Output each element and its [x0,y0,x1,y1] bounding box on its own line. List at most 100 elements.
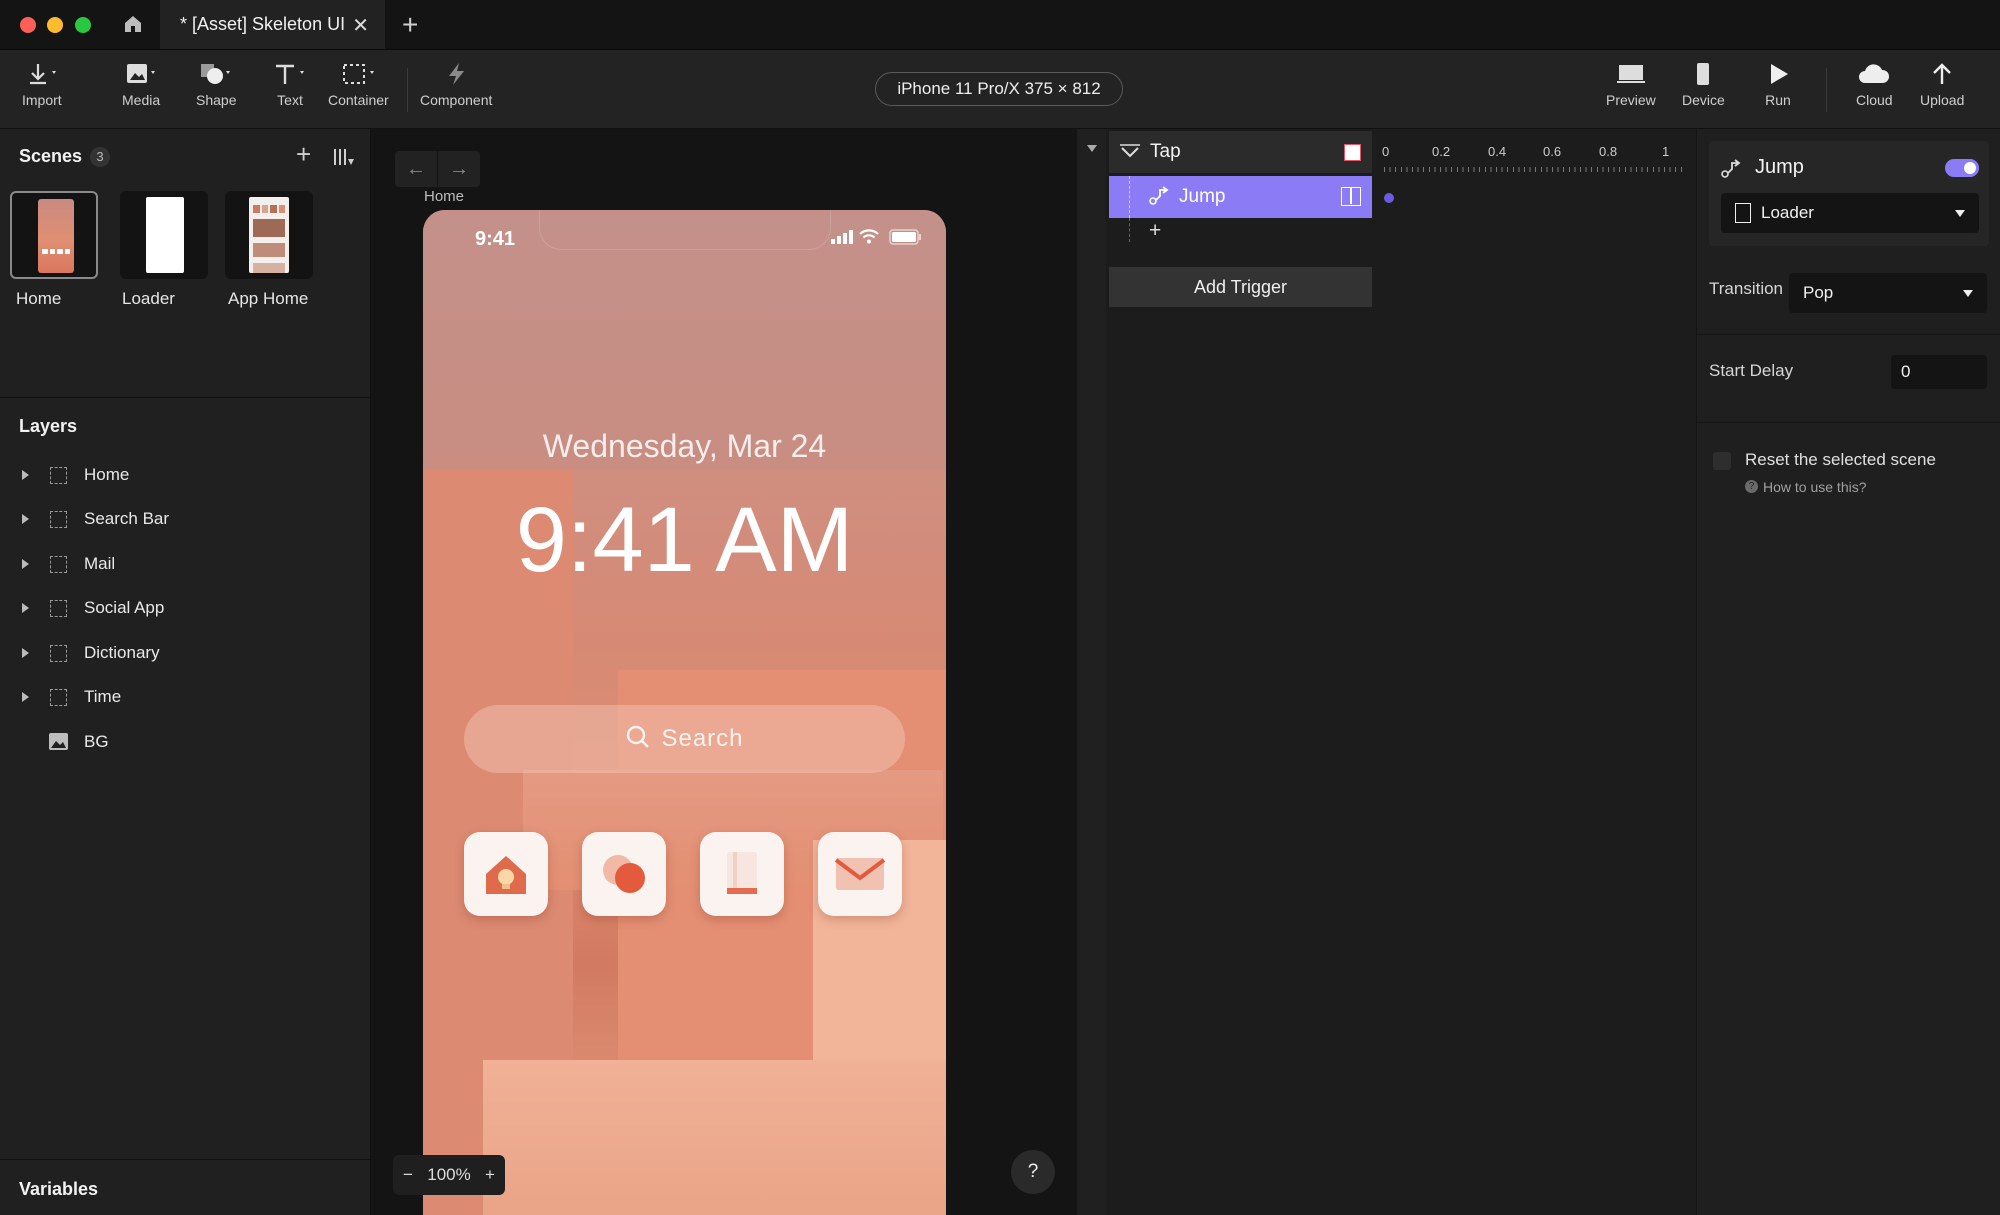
target-scene-dropdown[interactable]: Loader [1721,193,1979,233]
layer-row[interactable]: Mail [0,544,370,584]
text-button[interactable]: Text [272,62,308,108]
response-enabled-toggle[interactable] [1945,159,1979,177]
scene-thumb-loader[interactable] [120,191,208,279]
layer-row[interactable]: Search Bar [0,499,370,539]
scene-thumb-home-image [38,199,74,273]
add-scene-icon[interactable]: + [296,139,311,170]
jump-icon [1149,186,1171,211]
timeline-keyframe[interactable] [1384,193,1394,203]
layer-row[interactable]: BG [0,722,370,762]
book-icon [727,852,757,894]
response-row-jump[interactable]: Jump [1109,176,1372,218]
start-delay-input[interactable] [1891,355,1987,389]
scene-thumb-home[interactable] [10,191,98,279]
close-window-button[interactable] [20,17,36,33]
upload-icon [1933,63,1952,84]
minimize-window-button[interactable] [47,17,63,33]
zoom-in-button[interactable]: + [485,1165,495,1185]
response-label: Jump [1179,186,1226,207]
run-button[interactable]: Run [1764,62,1792,108]
lightning-icon [449,63,465,85]
status-time: 9:41 [475,228,516,250]
zoom-window-button[interactable] [75,17,91,33]
new-tab-icon[interactable]: + [402,9,418,41]
layer-label: Mail [84,554,116,573]
layer-label: Home [84,465,130,484]
media-icon [127,64,156,83]
zoom-level[interactable]: 100% [427,1165,470,1185]
trigger-color-swatch[interactable] [1344,144,1361,161]
timeline-ruler [1384,167,1684,172]
expand-icon[interactable] [22,470,29,480]
expand-icon[interactable] [22,603,29,613]
layer-row[interactable]: Social App [0,588,370,628]
cloud-button[interactable]: Cloud [1856,62,1893,108]
app-icon-dictionary[interactable] [700,832,784,916]
section-divider [1697,334,2000,335]
chevron-down-icon [1963,290,1973,297]
reset-scene-checkbox[interactable] [1713,452,1731,470]
import-button[interactable]: Import [22,62,62,108]
expand-icon[interactable] [22,692,29,702]
timeline-tick: 0.8 [1599,144,1618,159]
search-bar[interactable]: Search [464,705,905,773]
container-layer-icon [50,466,67,484]
layer-row[interactable]: Time [0,677,370,717]
collapse-triggers-icon[interactable] [1087,145,1097,152]
component-button[interactable]: Component [420,62,492,108]
expand-icon[interactable] [22,648,29,658]
preview-button[interactable]: Preview [1606,62,1656,108]
scene-label: App Home [228,289,309,308]
toolbar-divider [1826,68,1827,112]
help-button[interactable]: ? [1011,1150,1055,1194]
container-layer-icon [50,510,67,528]
timeline-tick: 0.6 [1543,144,1562,159]
layer-row[interactable]: Home [0,455,370,495]
app-icon-home[interactable] [464,832,548,916]
back-button[interactable]: ← [395,151,437,187]
response-panel-icon[interactable] [1341,187,1361,206]
app-icon-social[interactable] [582,832,666,916]
expand-icon[interactable] [22,514,29,524]
add-trigger-button[interactable]: Add Trigger [1109,267,1372,307]
import-icon [29,64,56,85]
lock-time: 9:41 AM [515,489,854,591]
container-button[interactable]: Container [328,62,389,108]
battery-icon [889,229,923,250]
variables-title[interactable]: Variables [19,1179,98,1200]
document-tab-title: * [Asset] Skeleton UI [180,14,346,34]
media-button[interactable]: Media [122,62,160,108]
scene-sort-icon[interactable] [333,147,355,172]
chat-bubbles-icon [603,855,645,893]
signal-icon [831,230,855,249]
zoom-out-button[interactable]: − [403,1165,413,1185]
layer-row[interactable]: Dictionary [0,633,370,673]
zoom-control: − 100% + [393,1155,505,1195]
trigger-gutter [1078,129,1106,1215]
upload-button[interactable]: Upload [1920,62,1964,108]
app-icon-mail[interactable] [818,832,902,916]
layer-label: BG [84,732,109,751]
transition-dropdown[interactable]: Pop [1789,273,1987,313]
container-icon [343,64,375,84]
jump-icon [1721,159,1743,184]
add-response-icon[interactable]: + [1149,219,1161,243]
scene-label: Home [16,289,62,308]
timeline-tick: 0.2 [1432,144,1451,159]
close-tab-icon[interactable]: ✕ [352,13,369,38]
toolbar: Import Media Shape Text Container Compon… [0,50,2000,129]
wifi-icon [859,228,879,249]
device-selector[interactable]: iPhone 11 Pro/X 375 × 812 [875,72,1123,106]
scene-thumb-app-home[interactable] [225,191,313,279]
device-button[interactable]: Device [1682,62,1725,108]
tap-gesture-icon [1119,143,1141,166]
text-icon [276,64,304,84]
shape-button[interactable]: Shape [196,62,236,108]
document-tab[interactable]: * [Asset] Skeleton UI ✕ [160,0,385,49]
home-icon[interactable] [122,13,144,40]
forward-button[interactable]: → [438,151,480,187]
phone-frame[interactable]: 9:41 Wednesday, Mar 24 9:41 AM Search [423,210,946,1215]
trigger-row-tap[interactable]: Tap [1109,131,1372,173]
expand-icon[interactable] [22,559,29,569]
how-to-use-link[interactable]: How to use this? [1763,479,1867,495]
